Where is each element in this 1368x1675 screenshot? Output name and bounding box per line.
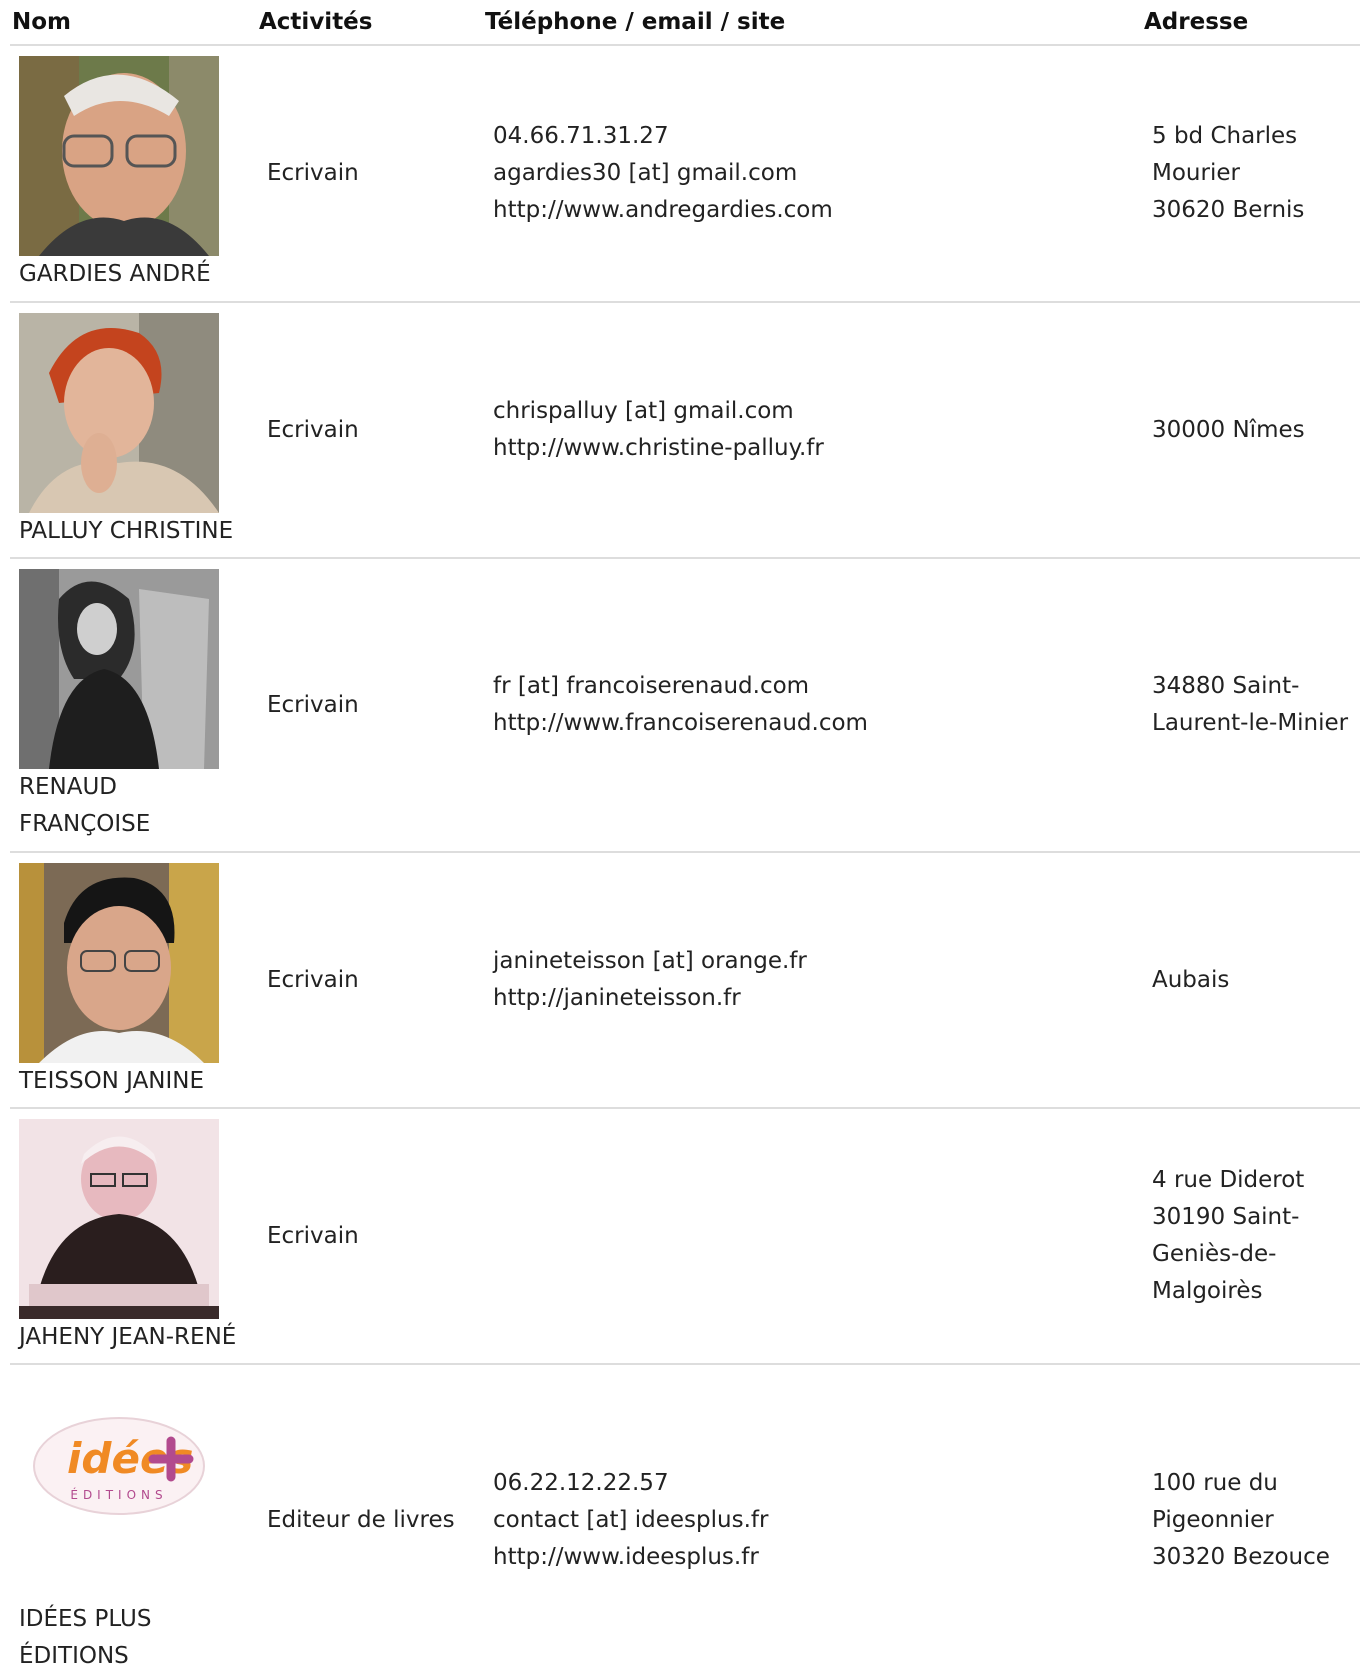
directory-table: Nom Activités Téléphone / email / site A… [10, 0, 1360, 1675]
portrait-photo[interactable] [19, 56, 219, 256]
name-cell: GARDIES ANDRÉ [10, 45, 257, 303]
address-cell: 30000 Nîmes [1142, 302, 1360, 559]
publisher-name[interactable]: IDÉES PLUS ÉDITIONS [19, 1601, 257, 1675]
activity-cell: Ecrivain [257, 852, 483, 1109]
table-row: PALLUY CHRISTINE Ecrivain chrispalluy [a… [10, 302, 1360, 559]
address-line: 4 rue Diderot [1152, 1167, 1305, 1193]
name-line: ÉDITIONS [19, 1643, 129, 1669]
name-line: IDÉES PLUS [19, 1606, 152, 1632]
table-row: GARDIES ANDRÉ Ecrivain 04.66.71.31.27 ag… [10, 45, 1360, 303]
table-row: RENAUD FRANÇOISE Ecrivain fr [at] franco… [10, 558, 1360, 853]
publisher-logo[interactable]: idées ÉDITIONS [19, 1401, 219, 1601]
address-line: 5 bd Charles [1152, 123, 1298, 149]
name-cell: PALLUY CHRISTINE [10, 302, 257, 559]
portrait-photo[interactable] [19, 569, 219, 769]
person-name[interactable]: GARDIES ANDRÉ [19, 256, 257, 293]
address-line: 30000 Nîmes [1152, 416, 1305, 443]
name-cell: idées ÉDITIONS IDÉES PLUS ÉDITIONS [10, 1364, 257, 1675]
person-name[interactable]: RENAUD FRANÇOISE [19, 769, 257, 843]
logo-subtitle: ÉDITIONS [70, 1487, 167, 1502]
header-nom[interactable]: Nom [10, 0, 257, 46]
address-line: Pigeonnier [1152, 1506, 1274, 1533]
website-link[interactable]: http://janineteisson.fr [493, 980, 1142, 1017]
email-link[interactable]: chrispalluy [at] gmail.com [493, 393, 1142, 430]
email-link[interactable]: janineteisson [at] orange.fr [493, 943, 1142, 980]
address-line: 30190 Saint- [1152, 1204, 1300, 1230]
contact-cell [483, 1108, 1142, 1365]
address-cell: 5 bd Charles Mourier 30620 Bernis [1142, 45, 1360, 303]
address-cell: 100 rue du Pigeonnier 30320 Bezouce [1142, 1364, 1360, 1675]
email-link[interactable]: fr [at] francoiserenaud.com [493, 668, 1142, 705]
address-line: Geniès-de- [1152, 1241, 1277, 1267]
person-name[interactable]: JAHENY JEAN-RENÉ [19, 1319, 257, 1356]
email-link[interactable]: contact [at] ideesplus.fr [493, 1502, 1142, 1539]
portrait-photo[interactable] [19, 863, 219, 1063]
activity-cell: Editeur de livres [267, 1506, 455, 1533]
address-cell: 34880 Saint- Laurent-le-Minier [1142, 558, 1360, 853]
header-adresse[interactable]: Adresse [1142, 0, 1360, 46]
header-contact[interactable]: Téléphone / email / site [483, 0, 1142, 46]
activity-cell: Ecrivain [257, 1108, 483, 1365]
address-line: 34880 Saint- [1152, 673, 1300, 699]
address-line: Malgoirès [1152, 1278, 1263, 1304]
name-line: RENAUD [19, 774, 117, 800]
address-cell: 4 rue Diderot 30190 Saint- Geniès-de- Ma… [1142, 1108, 1360, 1365]
name-cell: TEISSON JANINE [10, 852, 257, 1109]
portrait-photo[interactable] [19, 1119, 219, 1319]
name-cell: RENAUD FRANÇOISE [10, 558, 257, 853]
address-line: Aubais [1152, 966, 1230, 993]
table-row: JAHENY JEAN-RENÉ Ecrivain 4 rue Diderot … [10, 1108, 1360, 1365]
address-line: 100 rue du [1152, 1469, 1278, 1496]
address-line: Mourier [1152, 160, 1240, 186]
name-line: FRANÇOISE [19, 811, 151, 837]
email-link[interactable]: agardies30 [at] gmail.com [493, 155, 1142, 192]
address-line: 30620 Bernis [1152, 197, 1305, 223]
website-link[interactable]: http://www.andregardies.com [493, 192, 1142, 229]
address-line: Laurent-le-Minier [1152, 710, 1349, 736]
contact-cell: 04.66.71.31.27 agardies30 [at] gmail.com… [483, 45, 1142, 303]
table-row: idées ÉDITIONS IDÉES PLUS ÉDITIONS Edite… [10, 1364, 1360, 1675]
website-link[interactable]: http://www.francoiserenaud.com [493, 705, 1142, 742]
address-cell: Aubais [1142, 852, 1360, 1109]
header-activites[interactable]: Activités [257, 0, 483, 46]
activity-cell: Ecrivain [257, 302, 483, 559]
person-name[interactable]: PALLUY CHRISTINE [19, 513, 257, 550]
person-name[interactable]: TEISSON JANINE [19, 1063, 257, 1100]
portrait-photo[interactable] [19, 313, 219, 513]
phone-text: 06.22.12.22.57 [493, 1469, 669, 1496]
activity-cell: Ecrivain [257, 45, 483, 303]
contact-cell: chrispalluy [at] gmail.com http://www.ch… [483, 302, 1142, 559]
table-row: TEISSON JANINE Ecrivain janineteisson [a… [10, 852, 1360, 1109]
table-header-row: Nom Activités Téléphone / email / site A… [10, 0, 1360, 46]
activity-cell: Ecrivain [257, 558, 483, 853]
website-link[interactable]: http://www.ideesplus.fr [493, 1539, 1142, 1576]
name-cell: JAHENY JEAN-RENÉ [10, 1108, 257, 1365]
contact-cell: 06.22.12.22.57 contact [at] ideesplus.fr… [483, 1364, 1142, 1675]
address-line: 30320 Bezouce [1152, 1543, 1330, 1570]
contact-cell: janineteisson [at] orange.fr http://jani… [483, 852, 1142, 1109]
website-link[interactable]: http://www.christine-palluy.fr [493, 430, 1142, 467]
contact-cell: fr [at] francoiserenaud.com http://www.f… [483, 558, 1142, 853]
phone-text: 04.66.71.31.27 [493, 123, 669, 149]
